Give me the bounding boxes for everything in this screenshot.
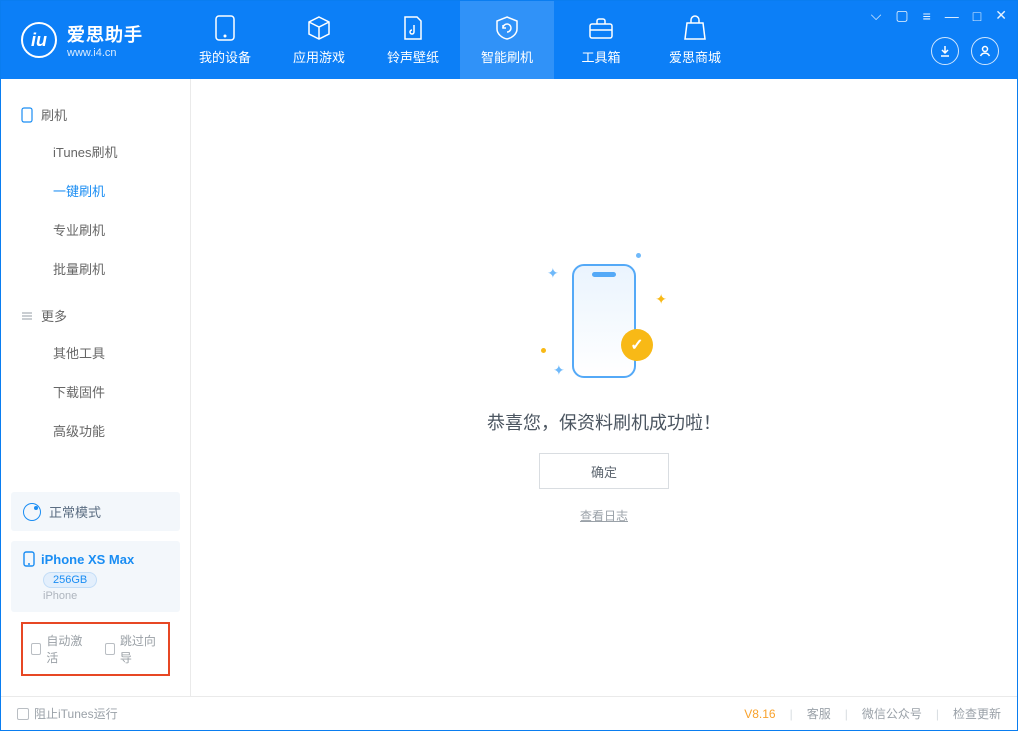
device-icon bbox=[212, 15, 238, 41]
menu-icon[interactable]: ≡ bbox=[923, 8, 931, 24]
sidebar-section-flash: 刷机 bbox=[1, 97, 190, 132]
note-icon[interactable]: ▢ bbox=[895, 7, 908, 24]
tab-label: 我的设备 bbox=[199, 47, 251, 66]
mode-label: 正常模式 bbox=[49, 502, 101, 521]
deco-dot bbox=[541, 348, 546, 353]
deco-dot bbox=[636, 253, 641, 258]
section-title: 刷机 bbox=[41, 105, 67, 124]
sparkle-icon: ✦ bbox=[547, 265, 559, 282]
tab-store[interactable]: 爱思商城 bbox=[648, 1, 742, 79]
shopping-bag-icon bbox=[682, 15, 708, 41]
sparkle-icon: ✦ bbox=[655, 291, 667, 308]
footer-link-wechat[interactable]: 微信公众号 bbox=[862, 705, 922, 722]
sidebar-item-onekey-flash[interactable]: 一键刷机 bbox=[1, 171, 190, 210]
checkbox-auto-activate[interactable]: 自动激活 bbox=[31, 632, 87, 666]
version-label: V8.16 bbox=[744, 707, 775, 721]
app-url: www.i4.cn bbox=[67, 47, 143, 59]
tab-apps-games[interactable]: 应用游戏 bbox=[272, 1, 366, 79]
device-capacity: 256GB bbox=[43, 572, 97, 588]
tshirt-icon[interactable]: ⌵ bbox=[871, 7, 882, 24]
user-button[interactable] bbox=[971, 37, 999, 65]
checkbox-icon bbox=[31, 643, 41, 655]
checkbox-icon bbox=[105, 643, 115, 655]
separator: | bbox=[790, 707, 793, 721]
sidebar: 刷机 iTunes刷机 一键刷机 专业刷机 批量刷机 更多 其他工具 下载固件 … bbox=[1, 79, 191, 696]
header-bar: iu 爱思助手 www.i4.cn 我的设备 应用游戏 bbox=[1, 1, 1017, 79]
tab-smart-flash[interactable]: 智能刷机 bbox=[460, 1, 554, 79]
footer-right: V8.16 | 客服 | 微信公众号 | 检查更新 bbox=[744, 705, 1001, 722]
sidebar-bottom: 正常模式 iPhone XS Max 256GB iPhone 自 bbox=[1, 482, 190, 696]
app-title: 爱思助手 bbox=[67, 21, 143, 47]
sidebar-item-other-tools[interactable]: 其他工具 bbox=[1, 333, 190, 372]
toolbox-icon bbox=[588, 15, 614, 41]
tab-label: 应用游戏 bbox=[293, 47, 345, 66]
checkbox-row-highlighted: 自动激活 跳过向导 bbox=[21, 622, 170, 676]
tab-label: 工具箱 bbox=[581, 47, 620, 66]
minimize-button[interactable]: — bbox=[945, 8, 959, 24]
maximize-button[interactable]: □ bbox=[973, 8, 981, 24]
main-content: ✦ ✦ ✦ ✓ 恭喜您，保资料刷机成功啦！ 确定 查看日志 bbox=[191, 79, 1017, 696]
device-type: iPhone bbox=[43, 590, 168, 602]
success-illustration: ✦ ✦ ✦ ✓ bbox=[539, 251, 669, 391]
sparkle-icon: ✦ bbox=[553, 362, 565, 379]
sidebar-item-download-firmware[interactable]: 下载固件 bbox=[1, 372, 190, 411]
checkbox-skip-guide[interactable]: 跳过向导 bbox=[105, 632, 161, 666]
checkbox-label: 阻止iTunes运行 bbox=[34, 705, 118, 722]
check-badge-icon: ✓ bbox=[621, 329, 653, 361]
checkbox-block-itunes[interactable]: 阻止iTunes运行 bbox=[17, 705, 118, 722]
footer-link-support[interactable]: 客服 bbox=[807, 705, 831, 722]
logo-icon: iu bbox=[21, 22, 57, 58]
view-log-link[interactable]: 查看日志 bbox=[580, 507, 628, 524]
header-tabs: 我的设备 应用游戏 铃声壁纸 智能刷机 bbox=[178, 1, 742, 79]
section-title: 更多 bbox=[41, 306, 67, 325]
success-message: 恭喜您，保资料刷机成功啦！ bbox=[487, 409, 721, 435]
sidebar-item-advanced[interactable]: 高级功能 bbox=[1, 411, 190, 450]
device-phone-icon bbox=[23, 551, 35, 567]
tab-label: 爱思商城 bbox=[669, 47, 721, 66]
tab-my-device[interactable]: 我的设备 bbox=[178, 1, 272, 79]
body: 刷机 iTunes刷机 一键刷机 专业刷机 批量刷机 更多 其他工具 下载固件 … bbox=[1, 79, 1017, 696]
checkbox-label: 自动激活 bbox=[46, 632, 86, 666]
phone-icon bbox=[572, 264, 636, 378]
logo-text: 爱思助手 www.i4.cn bbox=[67, 21, 143, 59]
checkbox-icon bbox=[17, 708, 29, 720]
list-icon bbox=[21, 310, 33, 322]
separator: | bbox=[936, 707, 939, 721]
footer-link-update[interactable]: 检查更新 bbox=[953, 705, 1001, 722]
logo: iu 爱思助手 www.i4.cn bbox=[1, 21, 163, 59]
checkbox-label: 跳过向导 bbox=[120, 632, 160, 666]
tab-label: 智能刷机 bbox=[481, 47, 533, 66]
sidebar-section-more: 更多 bbox=[1, 298, 190, 333]
device-name: iPhone XS Max bbox=[41, 552, 134, 567]
window-controls: ⌵ ▢ ≡ — □ ✕ bbox=[871, 7, 1007, 24]
tab-ringtones-wallpapers[interactable]: 铃声壁纸 bbox=[366, 1, 460, 79]
app-window: iu 爱思助手 www.i4.cn 我的设备 应用游戏 bbox=[0, 0, 1018, 731]
download-button[interactable] bbox=[931, 37, 959, 65]
separator: | bbox=[845, 707, 848, 721]
ok-button[interactable]: 确定 bbox=[539, 453, 669, 489]
close-button[interactable]: ✕ bbox=[995, 7, 1007, 24]
sidebar-item-batch-flash[interactable]: 批量刷机 bbox=[1, 249, 190, 288]
mode-box[interactable]: 正常模式 bbox=[11, 492, 180, 531]
music-file-icon bbox=[400, 15, 426, 41]
device-box[interactable]: iPhone XS Max 256GB iPhone bbox=[11, 541, 180, 612]
sidebar-item-pro-flash[interactable]: 专业刷机 bbox=[1, 210, 190, 249]
sidebar-item-itunes-flash[interactable]: iTunes刷机 bbox=[1, 132, 190, 171]
mode-icon bbox=[23, 503, 41, 521]
footer-bar: 阻止iTunes运行 V8.16 | 客服 | 微信公众号 | 检查更新 bbox=[1, 696, 1017, 730]
header-actions bbox=[931, 37, 999, 65]
tab-label: 铃声壁纸 bbox=[387, 47, 439, 66]
tab-toolbox[interactable]: 工具箱 bbox=[554, 1, 648, 79]
refresh-shield-icon bbox=[494, 15, 520, 41]
cube-icon bbox=[306, 15, 332, 41]
phone-icon bbox=[21, 107, 33, 123]
